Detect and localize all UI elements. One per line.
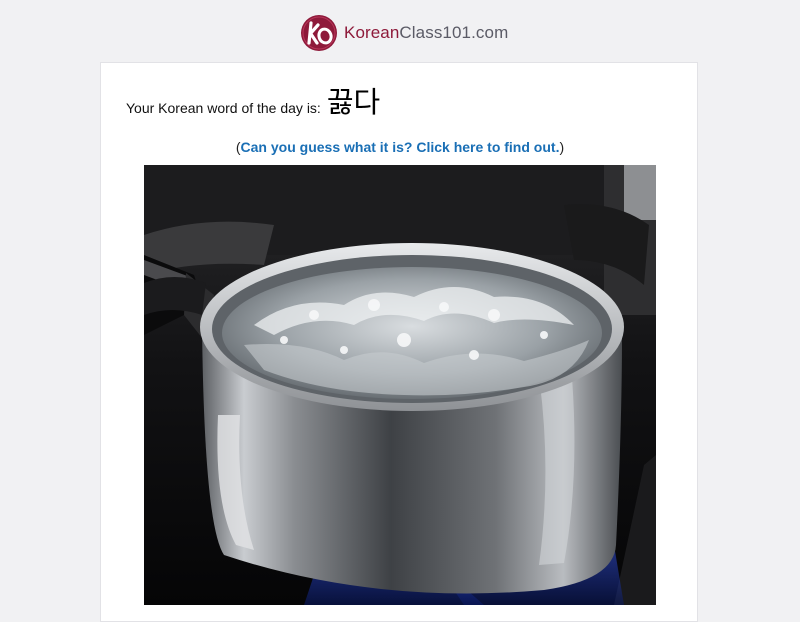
word-illustration-photo[interactable] <box>144 165 656 605</box>
korean-word: 끓다 <box>326 85 381 119</box>
logo-badge-icon <box>301 15 337 51</box>
word-of-the-day-line: Your Korean word of the day is: 끓다 <box>126 79 380 119</box>
guess-prompt: (Can you guess what it is? Click here to… <box>101 139 699 155</box>
guess-close-paren: ) <box>559 139 565 155</box>
logo-wordmark-korean: Korean <box>344 23 400 42</box>
guess-reveal-link[interactable]: Can you guess what it is? Click here to … <box>241 139 560 155</box>
site-header: KoreanClass101.com <box>0 0 800 62</box>
logo-wordmark: KoreanClass101.com <box>344 23 508 43</box>
word-of-the-day-label: Your Korean word of the day is: <box>126 100 321 116</box>
site-logo-link[interactable]: KoreanClass101.com <box>300 14 508 52</box>
word-of-the-day-card: Your Korean word of the day is: 끓다 (Can … <box>100 62 698 622</box>
logo-wordmark-domain: Class101.com <box>399 23 509 42</box>
